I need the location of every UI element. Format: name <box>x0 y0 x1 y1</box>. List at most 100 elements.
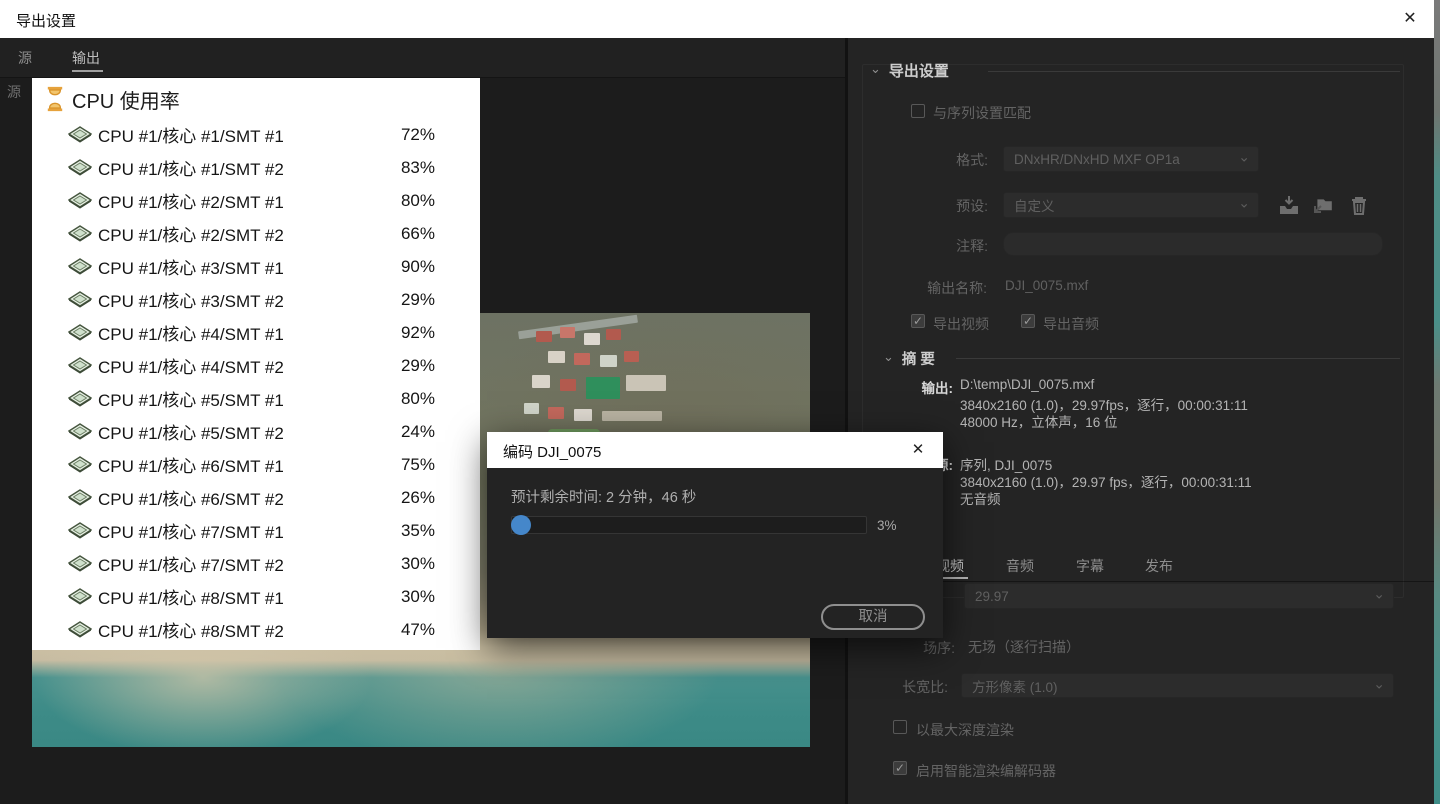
cpu-row: CPU #1/核心 #5/SMT #1 80% <box>32 382 480 415</box>
cpu-row-label: CPU #1/核心 #6/SMT #1 <box>98 452 284 477</box>
cpu-row-value: 29% <box>375 356 435 376</box>
output-name-label: 输出名称: <box>895 278 987 298</box>
chevron-down-icon: ⌄ <box>1238 194 1250 211</box>
export-settings-header: ⌄ 导出设置 <box>870 60 949 81</box>
cpu-chip-icon <box>68 621 92 638</box>
output-name-value[interactable]: DJI_0075.mxf <box>1005 278 1088 293</box>
summary-header: ⌄ 摘 要 <box>883 348 935 369</box>
cpu-row: CPU #1/核心 #5/SMT #2 24% <box>32 415 480 448</box>
cpu-row-value: 83% <box>375 158 435 178</box>
export-audio-checkbox[interactable]: ✓ <box>1021 314 1035 328</box>
export-audio-label: 导出音频 <box>1043 314 1099 334</box>
cpu-row: CPU #1/核心 #8/SMT #1 30% <box>32 580 480 613</box>
divider <box>956 358 1400 359</box>
clipped-source-label: 源 <box>7 82 31 102</box>
cpu-row-value: 80% <box>375 191 435 211</box>
summary-source-video-specs: 3840x2160 (1.0)，29.97 fps，逐行，00:00:31:11 <box>960 471 1252 491</box>
export-video-checkbox[interactable]: ✓ <box>911 314 925 328</box>
save-preset-icon[interactable] <box>1278 194 1300 216</box>
field-order-label: 场序: <box>893 638 955 658</box>
format-dropdown[interactable]: DNxHR/DNxHD MXF OP1a ⌄ <box>1003 146 1259 172</box>
cpu-row-value: 47% <box>375 620 435 640</box>
cpu-row-value: 30% <box>375 587 435 607</box>
cpu-row-label: CPU #1/核心 #7/SMT #2 <box>98 551 284 576</box>
progress-bar <box>511 516 867 534</box>
preset-label: 预设: <box>908 196 988 216</box>
comment-label: 注释: <box>908 236 988 256</box>
summary-output-label: 输出: <box>893 377 953 397</box>
tab-output-underline <box>72 70 103 72</box>
cpu-chip-icon <box>68 588 92 605</box>
cpu-row-label: CPU #1/核心 #1/SMT #1 <box>98 122 284 147</box>
tab-output[interactable]: 输出 <box>72 48 100 68</box>
cpu-overlay-title: CPU 使用率 <box>46 85 180 113</box>
cpu-chip-icon <box>68 324 92 341</box>
tab-captions[interactable]: 字幕 <box>1076 556 1104 576</box>
cpu-chip-icon <box>68 489 92 506</box>
aspect-ratio-dropdown[interactable]: 方形像素 (1.0) ⌄ <box>961 673 1394 698</box>
cpu-row: CPU #1/核心 #2/SMT #2 66% <box>32 217 480 250</box>
progress-knob <box>511 515 531 535</box>
export-video-label: 导出视频 <box>933 314 989 334</box>
chevron-down-icon: ⌄ <box>1238 148 1250 165</box>
cpu-row-label: CPU #1/核心 #3/SMT #2 <box>98 287 284 312</box>
cpu-row-value: 30% <box>375 554 435 574</box>
cpu-chip-icon <box>68 258 92 275</box>
cpu-row-value: 75% <box>375 455 435 475</box>
cpu-row-value: 26% <box>375 488 435 508</box>
background-window-sliver <box>1434 0 1440 804</box>
cpu-row: CPU #1/核心 #2/SMT #1 80% <box>32 184 480 217</box>
smart-render-checkbox[interactable]: ✓ <box>893 761 907 775</box>
cpu-row-label: CPU #1/核心 #5/SMT #1 <box>98 386 284 411</box>
cpu-row-value: 24% <box>375 422 435 442</box>
cpu-row-value: 80% <box>375 389 435 409</box>
encode-dialog-titlebar: 编码 DJI_0075 ✕ <box>487 432 943 468</box>
cpu-row: CPU #1/核心 #3/SMT #1 90% <box>32 250 480 283</box>
window-titlebar: 导出设置 ✕ <box>0 0 1434 38</box>
max-depth-checkbox[interactable] <box>893 720 907 734</box>
cpu-chip-icon <box>68 390 92 407</box>
collapse-chevron-icon[interactable]: ⌄ <box>870 61 881 77</box>
cpu-chip-icon <box>68 225 92 242</box>
cpu-chip-icon <box>68 159 92 176</box>
preset-dropdown[interactable]: 自定义 ⌄ <box>1003 192 1259 218</box>
chevron-down-icon: ⌄ <box>1373 675 1385 692</box>
cpu-row-label: CPU #1/核心 #3/SMT #1 <box>98 254 284 279</box>
cpu-row: CPU #1/核心 #4/SMT #2 29% <box>32 349 480 382</box>
close-icon[interactable]: ✕ <box>907 439 929 461</box>
cpu-chip-icon <box>68 522 92 539</box>
delete-preset-icon[interactable] <box>1348 194 1370 216</box>
hourglass-icon <box>46 86 64 112</box>
aspect-ratio-label: 长宽比: <box>881 677 948 697</box>
match-sequence-label: 与序列设置匹配 <box>933 103 1031 123</box>
cpu-row-label: CPU #1/核心 #8/SMT #1 <box>98 584 284 609</box>
import-preset-icon[interactable] <box>1312 194 1334 216</box>
cpu-row: CPU #1/核心 #3/SMT #2 29% <box>32 283 480 316</box>
tab-source[interactable]: 源 <box>18 48 32 68</box>
cpu-row: CPU #1/核心 #8/SMT #2 47% <box>32 613 480 646</box>
encode-dialog-title: 编码 DJI_0075 <box>503 441 601 462</box>
progress-percent: 3% <box>877 518 897 533</box>
cpu-row: CPU #1/核心 #6/SMT #2 26% <box>32 481 480 514</box>
comment-input[interactable] <box>1003 232 1383 256</box>
eta-text: 预计剩余时间: 2 分钟，46 秒 <box>511 486 696 507</box>
collapse-chevron-icon[interactable]: ⌄ <box>883 349 894 365</box>
cpu-row-value: 29% <box>375 290 435 310</box>
cpu-chip-icon <box>68 555 92 572</box>
divider <box>988 71 1400 72</box>
smart-render-label: 启用智能渲染编解码器 <box>916 761 1056 781</box>
framerate-dropdown[interactable]: 29.97 ⌄ <box>964 583 1394 609</box>
tab-publish[interactable]: 发布 <box>1145 556 1173 576</box>
cpu-chip-icon <box>68 126 92 143</box>
match-sequence-checkbox[interactable] <box>911 104 925 118</box>
cpu-usage-overlay: CPU 使用率 CPU #1/核心 #1/SMT #1 72% CPU #1/核… <box>32 78 480 650</box>
cpu-row: CPU #1/核心 #7/SMT #2 30% <box>32 547 480 580</box>
format-label: 格式: <box>908 150 988 170</box>
cpu-row-label: CPU #1/核心 #4/SMT #2 <box>98 353 284 378</box>
cpu-row-label: CPU #1/核心 #8/SMT #2 <box>98 617 284 642</box>
chevron-down-icon: ⌄ <box>1373 585 1385 602</box>
cancel-button[interactable]: 取消 <box>821 604 925 630</box>
tab-audio[interactable]: 音频 <box>1006 556 1034 576</box>
field-order-value: 无场（逐行扫描） <box>968 637 1080 657</box>
close-icon[interactable]: ✕ <box>1398 8 1422 30</box>
